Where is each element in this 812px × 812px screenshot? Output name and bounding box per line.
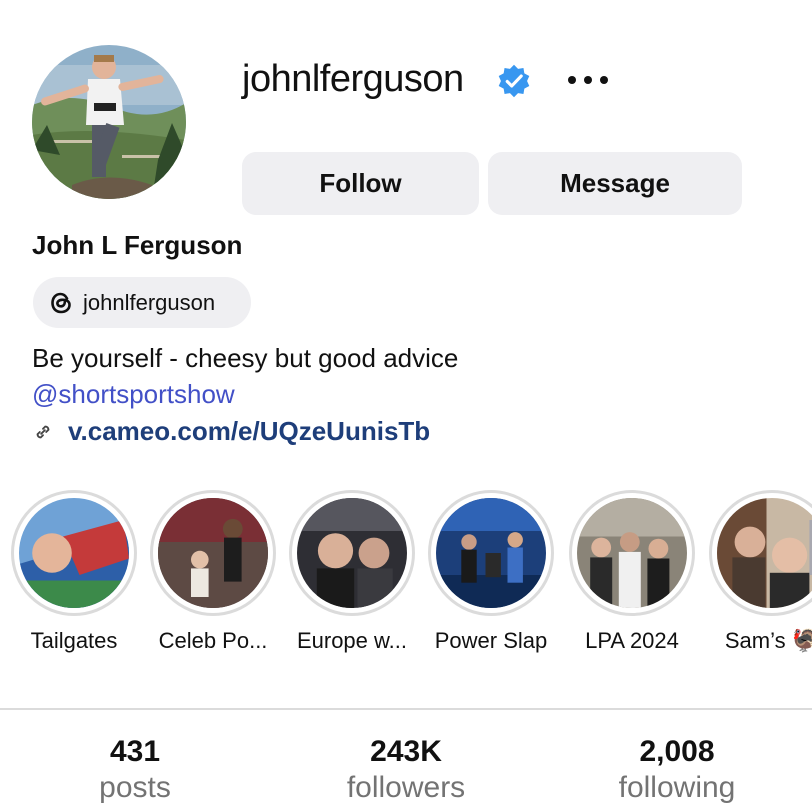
stats-divider xyxy=(0,708,812,710)
stat-following-label: following xyxy=(618,771,736,804)
follow-button[interactable]: Follow xyxy=(242,152,479,215)
stat-followers-value: 243K xyxy=(370,735,442,768)
highlight-sams[interactable]: Sam’s 🦃 xyxy=(706,490,812,654)
highlight-tailgates[interactable]: Tailgates xyxy=(8,490,140,654)
external-link-text: v.cameo.com/e/UQzeUunisTb xyxy=(68,416,431,446)
stat-followers-label: followers xyxy=(346,771,466,804)
highlight-lpa-2024[interactable]: LPA 2024 xyxy=(566,490,698,654)
threads-badge[interactable]: johnlferguson xyxy=(33,277,251,328)
highlight-label: Power Slap xyxy=(434,628,548,653)
highlight-label: Tailgates xyxy=(30,628,118,653)
highlight-cover xyxy=(150,490,276,616)
highlight-cover xyxy=(289,490,415,616)
avatar-image xyxy=(32,45,186,199)
profile-avatar[interactable] xyxy=(32,45,186,199)
stat-followers[interactable]: 243K followers xyxy=(316,735,496,805)
stat-following-value: 2,008 xyxy=(639,735,715,768)
threads-handle: johnlferguson xyxy=(83,289,216,315)
stat-posts: 431 posts xyxy=(45,735,225,805)
link-icon xyxy=(36,425,50,438)
external-link[interactable]: v.cameo.com/e/UQzeUunisTb xyxy=(32,416,430,447)
highlight-europe-w[interactable]: Europe w... xyxy=(286,490,418,654)
stat-posts-value: 431 xyxy=(109,735,161,768)
highlight-label: Sam’s 🦃 xyxy=(724,628,812,653)
bio-mention-link[interactable]: @shortsportshow xyxy=(32,379,235,410)
highlight-cover xyxy=(11,490,137,616)
highlight-label: Europe w... xyxy=(296,628,408,653)
verified-badge-icon xyxy=(498,64,530,98)
stat-posts-label: posts xyxy=(99,771,171,804)
profile-full-name: John L Ferguson xyxy=(32,230,243,260)
highlight-label: Celeb Po... xyxy=(158,628,268,653)
more-options-icon[interactable] xyxy=(562,64,614,96)
highlight-label: LPA 2024 xyxy=(585,628,679,653)
highlight-cover xyxy=(428,490,554,616)
stat-following[interactable]: 2,008 following xyxy=(587,735,767,805)
highlight-cover xyxy=(569,490,695,616)
highlight-cover xyxy=(709,490,812,616)
profile-username: johnlferguson xyxy=(242,58,464,100)
profile-bio: Be yourself - cheesy but good advice xyxy=(32,343,459,373)
threads-icon xyxy=(51,292,71,313)
highlight-celeb-po[interactable]: Celeb Po... xyxy=(147,490,279,654)
highlight-power-slap[interactable]: Power Slap xyxy=(425,490,557,654)
message-button[interactable]: Message xyxy=(488,152,742,215)
